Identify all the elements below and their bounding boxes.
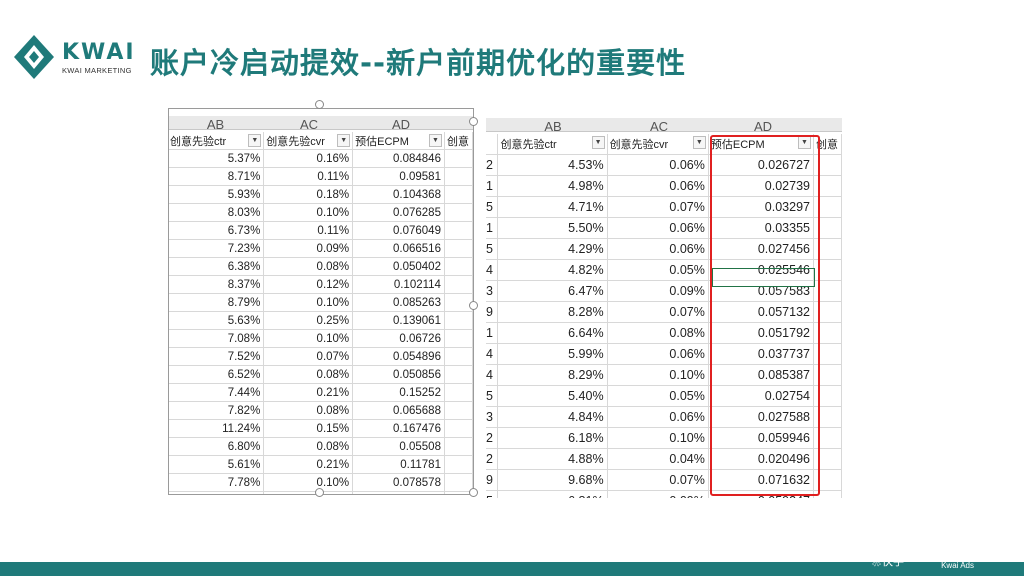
- kwai-logo-icon: [14, 35, 54, 79]
- ads-label-en: Kwai Ads: [941, 561, 974, 570]
- ecpm-highlight-box: [710, 135, 820, 496]
- table-cell[interactable]: 0.07%: [607, 469, 709, 491]
- logo-title: KWAI: [62, 40, 136, 65]
- row-index-cell[interactable]: 4: [486, 343, 499, 365]
- row-index-cell[interactable]: 5: [486, 196, 499, 218]
- header-ctr[interactable]: 创意先验ctr ▼: [497, 134, 608, 155]
- column-letter: AD: [753, 119, 773, 131]
- rotate-handle[interactable]: [315, 100, 324, 109]
- table-cell[interactable]: 0.05%: [607, 385, 709, 407]
- table-cell[interactable]: 0.04%: [607, 448, 709, 470]
- row-index-cell[interactable]: 4: [486, 259, 499, 281]
- row-index-header: [486, 134, 499, 155]
- slide-title: 账户冷启动提效--新户前期优化的重要性: [150, 46, 687, 80]
- table-cell[interactable]: 6.47%: [497, 280, 608, 302]
- table-cell[interactable]: 0.10%: [607, 364, 709, 386]
- row-index-cell[interactable]: 3: [486, 280, 499, 302]
- row-index-cell[interactable]: 2: [486, 154, 499, 176]
- table-cell[interactable]: 4.98%: [497, 175, 608, 197]
- table-cell[interactable]: 9.68%: [497, 469, 608, 491]
- table-cell[interactable]: 0.07%: [607, 196, 709, 218]
- column-letter: AC: [649, 119, 669, 131]
- table-cell[interactable]: 0.08%: [607, 322, 709, 344]
- kwai-marketing-logo: KWAI KWAI MARKETING: [10, 32, 134, 82]
- row-index-cell[interactable]: 5: [486, 490, 499, 498]
- row-index-cell[interactable]: 9: [486, 469, 499, 491]
- table-cell[interactable]: 4.82%: [497, 259, 608, 281]
- table-cell[interactable]: 5.40%: [497, 385, 608, 407]
- table-cell[interactable]: 4.53%: [497, 154, 608, 176]
- table-cell[interactable]: 4.71%: [497, 196, 608, 218]
- table-cell[interactable]: 0.06%: [607, 154, 709, 176]
- table-cell[interactable]: 6.64%: [497, 322, 608, 344]
- resize-handle[interactable]: [469, 488, 478, 497]
- table-cell[interactable]: 0.07%: [607, 301, 709, 323]
- active-cell-indicator: [712, 268, 815, 287]
- column-letter-bar: AB AC AD: [486, 118, 842, 132]
- row-index-cell[interactable]: 9: [486, 301, 499, 323]
- brand-label: 快手: [882, 556, 904, 568]
- row-index-cell[interactable]: 1: [486, 175, 499, 197]
- table-cell[interactable]: 0.06%: [607, 406, 709, 428]
- filter-dropdown-icon[interactable]: ▼: [692, 136, 706, 149]
- table-cell[interactable]: 0.06%: [607, 343, 709, 365]
- filter-dropdown-icon[interactable]: ▼: [591, 136, 605, 149]
- table-cell[interactable]: 6.18%: [497, 427, 608, 449]
- row-index-cell[interactable]: 3: [486, 406, 499, 428]
- table-cell[interactable]: 5.50%: [497, 217, 608, 239]
- kuaishou-logo-icon: ❀: [871, 556, 882, 568]
- table-cell[interactable]: 0.05%: [607, 259, 709, 281]
- table-cell[interactable]: 6.81%: [497, 490, 608, 498]
- table-cell[interactable]: 4.84%: [497, 406, 608, 428]
- table-cell[interactable]: 0.06%: [607, 175, 709, 197]
- table-cell[interactable]: 0.06%: [607, 217, 709, 239]
- kwai-ads-brand: 快手广告 Kwai Ads: [941, 552, 974, 570]
- row-index-cell[interactable]: 1: [486, 322, 499, 344]
- image-selection-frame[interactable]: [168, 108, 474, 495]
- table-cell[interactable]: 0.09%: [607, 280, 709, 302]
- row-index-cell[interactable]: 2: [486, 448, 499, 470]
- table-cell[interactable]: 4.88%: [497, 448, 608, 470]
- kuaishou-brand: ❀快手: [871, 553, 904, 569]
- table-cell[interactable]: 0.09%: [607, 490, 709, 498]
- table-cell[interactable]: 8.29%: [497, 364, 608, 386]
- row-index-cell[interactable]: 2: [486, 427, 499, 449]
- table-cell[interactable]: 0.10%: [607, 427, 709, 449]
- row-index-cell[interactable]: 5: [486, 238, 499, 260]
- header-cvr[interactable]: 创意先验cvr ▼: [607, 134, 709, 155]
- table-cell[interactable]: 0.06%: [607, 238, 709, 260]
- resize-handle[interactable]: [469, 117, 478, 126]
- resize-handle[interactable]: [315, 488, 324, 497]
- row-index-cell[interactable]: 1: [486, 217, 499, 239]
- ads-label: 快手广告: [941, 552, 974, 561]
- row-index-cell[interactable]: 4: [486, 364, 499, 386]
- table-cell[interactable]: 8.28%: [497, 301, 608, 323]
- row-index-cell[interactable]: 5: [486, 385, 499, 407]
- table-cell[interactable]: 5.99%: [497, 343, 608, 365]
- table-cell[interactable]: 4.29%: [497, 238, 608, 260]
- resize-handle[interactable]: [469, 301, 478, 310]
- logo-subtitle: KWAI MARKETING: [62, 66, 132, 75]
- column-letter: AB: [544, 119, 562, 131]
